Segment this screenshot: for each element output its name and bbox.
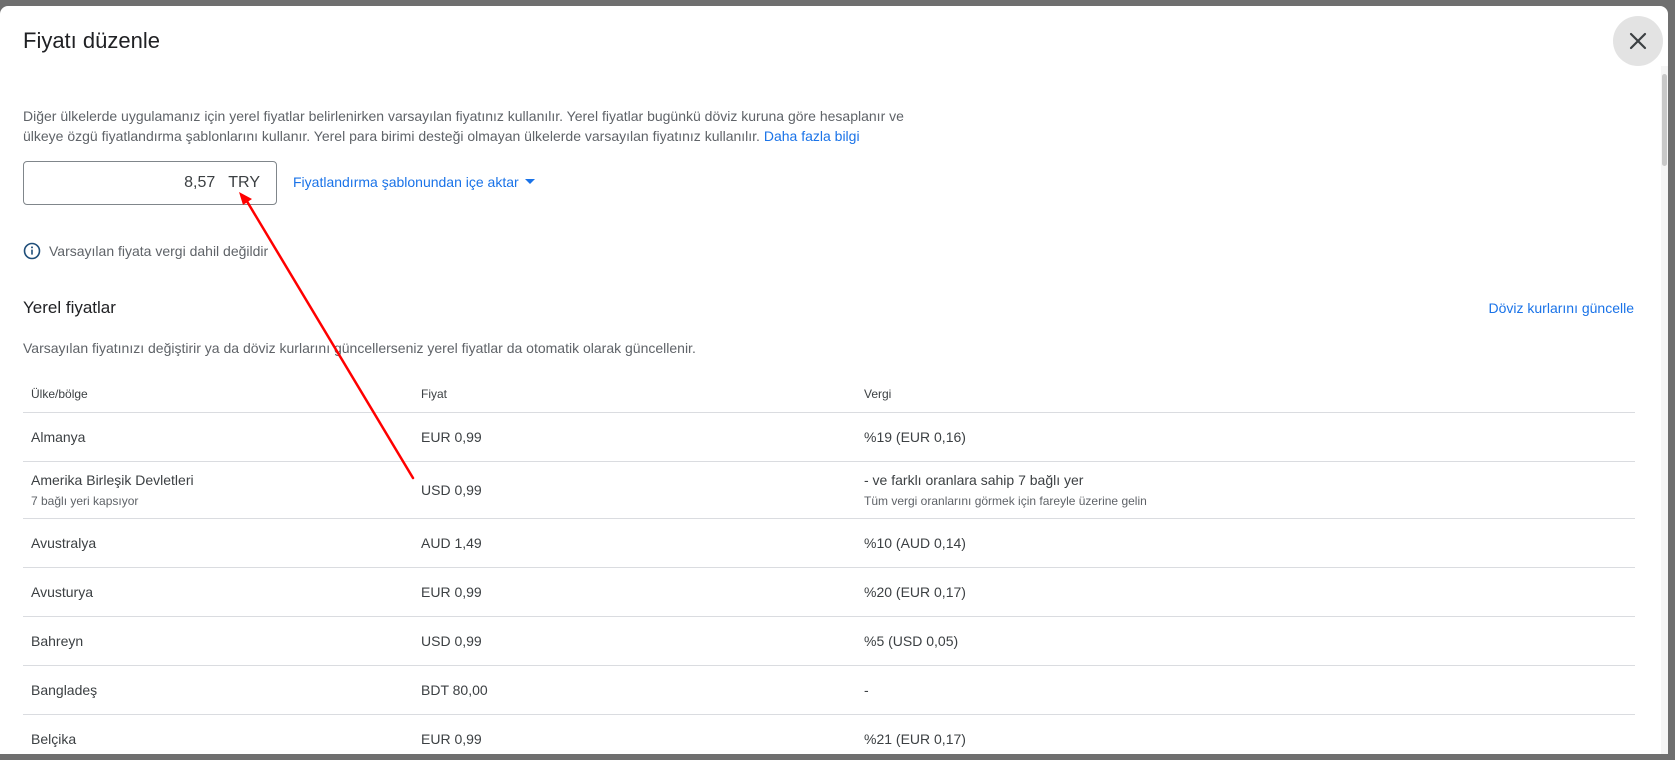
cell-tax: %5 (USD 0,05) bbox=[864, 633, 959, 649]
tax-text: - ve farklı oranlara sahip 7 bağlı yer bbox=[864, 472, 1084, 488]
close-button[interactable] bbox=[1613, 16, 1663, 66]
scrollbar-thumb[interactable] bbox=[1662, 74, 1667, 166]
cell-price: AUD 1,49 bbox=[421, 535, 482, 551]
tax-note-text: Varsayılan fiyata vergi dahil değildir bbox=[49, 243, 269, 259]
cell-country: Bangladeş bbox=[31, 682, 98, 698]
edit-price-dialog: Fiyatı düzenle Diğer ülkelerde uygulaman… bbox=[0, 6, 1668, 754]
cell-tax: %20 (EUR 0,17) bbox=[864, 584, 966, 600]
local-prices-title: Yerel fiyatlar bbox=[23, 298, 116, 317]
table-row: Almanya EUR 0,99 %19 (EUR 0,16) bbox=[23, 413, 1635, 462]
local-prices-description: Varsayılan fiyatınızı değiştirir ya da d… bbox=[23, 340, 696, 356]
tax-note: Varsayılan fiyata vergi dahil değildir bbox=[23, 242, 268, 260]
import-template-label: Fiyatlandırma şablonundan içe aktar bbox=[293, 174, 519, 190]
header-country: Ülke/bölge bbox=[31, 387, 88, 401]
header-tax: Vergi bbox=[864, 387, 892, 401]
cell-country: Belçika bbox=[31, 731, 77, 747]
cell-tax[interactable]: - ve farklı oranlara sahip 7 bağlı yer T… bbox=[856, 472, 1635, 508]
country-subtext: 7 bağlı yeri kapsıyor bbox=[31, 494, 139, 508]
table-row: Bangladeş BDT 80,00 - bbox=[23, 666, 1635, 715]
cell-price: BDT 80,00 bbox=[421, 682, 488, 698]
cell-price: USD 0,99 bbox=[421, 633, 482, 649]
cell-country: Avustralya bbox=[31, 535, 97, 551]
backdrop-edge bbox=[0, 754, 1675, 760]
table-row: Bahreyn USD 0,99 %5 (USD 0,05) bbox=[23, 617, 1635, 666]
scrollbar-track[interactable] bbox=[1661, 66, 1668, 754]
cell-price: EUR 0,99 bbox=[421, 731, 482, 747]
dialog-description: Diğer ülkelerde uygulamanız için yerel f… bbox=[23, 106, 923, 146]
table-header: Ülke/bölge Fiyat Vergi bbox=[23, 376, 1635, 413]
country-name: Amerika Birleşik Devletleri bbox=[31, 472, 194, 488]
price-value[interactable]: 8,57 bbox=[184, 174, 215, 192]
table-row: Avustralya AUD 1,49 %10 (AUD 0,14) bbox=[23, 519, 1635, 568]
cell-tax: %10 (AUD 0,14) bbox=[864, 535, 966, 551]
table-row: Belçika EUR 0,99 %21 (EUR 0,17) bbox=[23, 715, 1635, 754]
close-icon bbox=[1629, 32, 1647, 50]
local-prices-table: Ülke/bölge Fiyat Vergi Almanya EUR 0,99 … bbox=[23, 376, 1635, 754]
learn-more-link[interactable]: Daha fazla bilgi bbox=[764, 128, 860, 144]
caret-down-icon bbox=[524, 179, 535, 184]
cell-country: Amerika Birleşik Devletleri 7 bağlı yeri… bbox=[23, 472, 413, 508]
cell-price: EUR 0,99 bbox=[421, 429, 482, 445]
cell-country: Bahreyn bbox=[31, 633, 84, 649]
cell-country: Avusturya bbox=[31, 584, 93, 600]
currency-label: TRY bbox=[228, 174, 260, 191]
dialog-title: Fiyatı düzenle bbox=[23, 28, 160, 53]
tax-subtext: Tüm vergi oranlarını görmek için fareyle… bbox=[864, 494, 1147, 508]
cell-tax: - bbox=[864, 682, 869, 698]
import-template-dropdown[interactable]: Fiyatlandırma şablonundan içe aktar bbox=[293, 174, 535, 190]
cell-tax: %19 (EUR 0,16) bbox=[864, 429, 966, 445]
info-icon bbox=[23, 242, 41, 260]
update-rates-link[interactable]: Döviz kurlarını güncelle bbox=[1488, 300, 1634, 316]
table-row: Amerika Birleşik Devletleri 7 bağlı yeri… bbox=[23, 462, 1635, 519]
cell-country: Almanya bbox=[31, 429, 86, 445]
cell-tax: %21 (EUR 0,17) bbox=[864, 731, 966, 747]
cell-price: USD 0,99 bbox=[421, 482, 482, 498]
table-row: Avusturya EUR 0,99 %20 (EUR 0,17) bbox=[23, 568, 1635, 617]
cell-price: EUR 0,99 bbox=[421, 584, 482, 600]
header-price: Fiyat bbox=[421, 387, 448, 401]
default-price-input[interactable]: 8,57 TRY bbox=[23, 161, 277, 205]
